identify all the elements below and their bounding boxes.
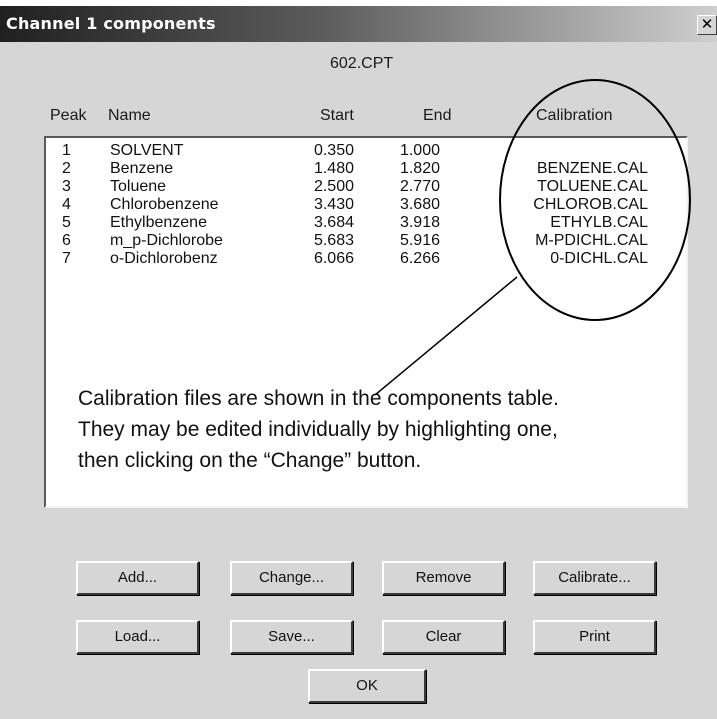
annotation-line: Calibration files are shown in the compo… xyxy=(78,387,559,410)
table-row[interactable]: 5 Ethylbenzene 3.684 3.918 ETHYLB.CAL xyxy=(46,214,686,232)
remove-button[interactable]: Remove xyxy=(382,561,505,595)
annotation-line: then clicking on the “Change” button. xyxy=(78,449,422,472)
end-cell: 2.770 xyxy=(399,178,440,195)
annotation-line: They may be edited individually by highl… xyxy=(78,418,558,441)
table-row[interactable]: 2 Benzene 1.480 1.820 BENZENE.CAL xyxy=(46,160,686,178)
column-header-calibration: Calibration xyxy=(536,107,613,124)
end-cell: 1.000 xyxy=(399,142,440,159)
components-dialog: Channel 1 components ✕ 602.CPT Peak Name… xyxy=(0,6,717,719)
table-row[interactable]: 4 Chlorobenzene 3.430 3.680 CHLOROB.CAL xyxy=(46,196,686,214)
peak-cell: 2 xyxy=(62,160,71,177)
title-bar[interactable]: Channel 1 components ✕ xyxy=(0,6,717,42)
file-name-label: 602.CPT xyxy=(330,55,394,72)
column-header-peak: Peak xyxy=(50,107,87,124)
print-button[interactable]: Print xyxy=(533,620,656,654)
end-cell: 3.680 xyxy=(399,196,440,213)
name-cell: Benzene xyxy=(110,160,174,177)
calibration-cell: 0-DICHL.CAL xyxy=(550,250,648,267)
name-cell: SOLVENT xyxy=(110,142,184,159)
components-list[interactable]: 1 SOLVENT 0.350 1.000 2 Benzene 1.480 1.… xyxy=(44,136,688,508)
calibration-cell: TOLUENE.CAL xyxy=(537,178,648,195)
end-cell: 1.820 xyxy=(399,160,440,177)
start-cell: 2.500 xyxy=(313,178,354,195)
start-cell: 0.350 xyxy=(313,142,354,159)
calibration-cell: CHLOROB.CAL xyxy=(533,196,648,213)
peak-cell: 4 xyxy=(62,196,71,213)
ok-button[interactable]: OK xyxy=(308,669,426,703)
add-button[interactable]: Add... xyxy=(76,561,199,595)
end-cell: 3.918 xyxy=(399,214,440,231)
peak-cell: 6 xyxy=(62,232,71,249)
peak-cell: 7 xyxy=(62,250,71,267)
calibration-cell: BENZENE.CAL xyxy=(536,160,648,177)
load-button[interactable]: Load... xyxy=(76,620,199,654)
name-cell: o-Dichlorobenz xyxy=(110,250,218,267)
calibration-cell: ETHYLB.CAL xyxy=(550,214,648,231)
peak-cell: 5 xyxy=(62,214,71,231)
table-row[interactable]: 6 m_p-Dichlorobe 5.683 5.916 M-PDICHL.CA… xyxy=(46,232,686,250)
name-cell: Toluene xyxy=(110,178,167,195)
calibration-cell: M-PDICHL.CAL xyxy=(535,232,648,249)
name-cell: m_p-Dichlorobe xyxy=(110,232,223,249)
window-title: Channel 1 components xyxy=(6,14,216,33)
close-icon: ✕ xyxy=(700,16,714,33)
change-button[interactable]: Change... xyxy=(230,561,353,595)
annotation-callout-text: Calibration files are shown in the compo… xyxy=(78,383,678,476)
start-cell: 1.480 xyxy=(313,160,354,177)
column-header-name: Name xyxy=(108,107,151,124)
end-cell: 6.266 xyxy=(399,250,440,267)
peak-cell: 1 xyxy=(62,142,71,159)
peak-cell: 3 xyxy=(62,178,71,195)
start-cell: 3.684 xyxy=(313,214,354,231)
calibrate-button[interactable]: Calibrate... xyxy=(533,561,656,595)
table-row[interactable]: 7 o-Dichlorobenz 6.066 6.266 0-DICHL.CAL xyxy=(46,250,686,268)
start-cell: 3.430 xyxy=(313,196,354,213)
save-button[interactable]: Save... xyxy=(230,620,353,654)
end-cell: 5.916 xyxy=(399,232,440,249)
column-header-start: Start xyxy=(320,107,354,124)
column-header-end: End xyxy=(423,107,452,124)
start-cell: 6.066 xyxy=(313,250,354,267)
table-row[interactable]: 1 SOLVENT 0.350 1.000 xyxy=(46,142,686,160)
close-button[interactable]: ✕ xyxy=(697,15,717,35)
name-cell: Chlorobenzene xyxy=(110,196,219,213)
table-row[interactable]: 3 Toluene 2.500 2.770 TOLUENE.CAL xyxy=(46,178,686,196)
clear-button[interactable]: Clear xyxy=(382,620,505,654)
start-cell: 5.683 xyxy=(313,232,354,249)
name-cell: Ethylbenzene xyxy=(110,214,207,231)
